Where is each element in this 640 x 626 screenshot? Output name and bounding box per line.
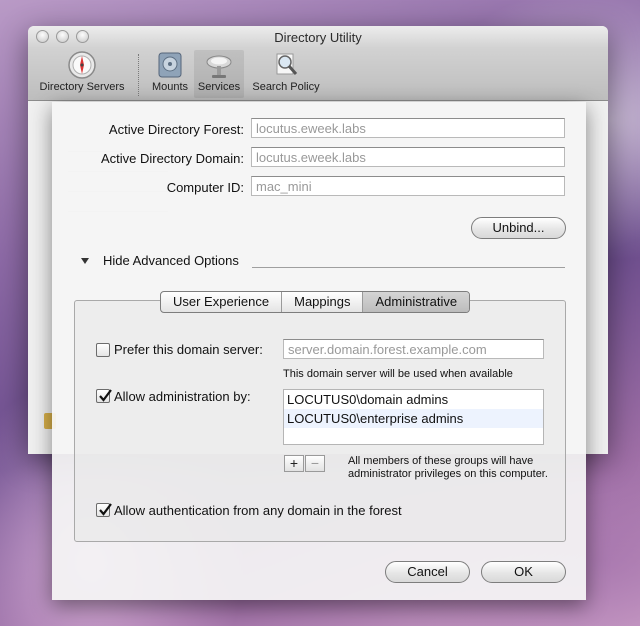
toolbar-search-policy[interactable]: Search Policy	[248, 50, 324, 93]
tab-mappings[interactable]: Mappings	[282, 292, 364, 312]
tab-control: User Experience Mappings Administrative	[160, 291, 471, 313]
compass-icon	[67, 50, 97, 80]
computer-id-field[interactable]: mac_mini	[251, 176, 565, 196]
window-title: Directory Utility	[274, 30, 362, 45]
computer-id-label: Computer ID:	[166, 180, 244, 195]
admin-groups-list[interactable]: LOCUTUS0\domain admins LOCUTUS0\enterpri…	[283, 389, 544, 445]
toolbar-directory-servers[interactable]: Directory Servers	[36, 50, 128, 93]
drive-icon	[155, 50, 185, 80]
allow-authentication-checkbox[interactable]	[96, 503, 112, 517]
satellite-dish-icon	[204, 50, 234, 80]
unbind-button[interactable]: Unbind...	[471, 217, 566, 239]
tab-administrative[interactable]: Administrative	[363, 292, 470, 312]
tab-user-experience[interactable]: User Experience	[161, 292, 283, 312]
forest-field[interactable]: locutus.eweek.labs	[251, 118, 565, 138]
toolbar-services[interactable]: Services	[194, 50, 244, 98]
admin-help-text: All members of these groups will have ad…	[348, 455, 548, 480]
remove-group-button[interactable]: −	[305, 455, 325, 472]
ok-button[interactable]: OK	[481, 561, 566, 583]
hide-advanced-options-label[interactable]: Hide Advanced Options	[103, 253, 239, 268]
prefer-domain-server-label: Prefer this domain server:	[114, 342, 263, 357]
toolbar-label: Services	[197, 81, 241, 93]
prefer-domain-server-checkbox[interactable]	[96, 343, 110, 357]
toolbar: Directory Servers Mounts Services Search…	[28, 48, 608, 101]
advanced-divider	[252, 267, 565, 268]
title-bar: Directory Utility	[28, 26, 608, 48]
toolbar-label: Search Policy	[252, 81, 320, 93]
forest-label: Active Directory Forest:	[108, 122, 244, 137]
prefer-help-text: This domain server will be used when ava…	[283, 368, 513, 380]
list-item[interactable]: LOCUTUS0\domain admins	[284, 390, 543, 409]
domain-label: Active Directory Domain:	[100, 151, 244, 166]
disclosure-triangle-icon[interactable]	[80, 256, 90, 269]
domain-field[interactable]: locutus.eweek.labs	[251, 147, 565, 167]
cancel-button[interactable]: Cancel	[385, 561, 470, 583]
toolbar-mounts[interactable]: Mounts	[146, 50, 194, 93]
allow-administration-checkbox[interactable]	[96, 389, 112, 403]
magnifier-icon	[271, 50, 301, 80]
add-group-button[interactable]: +	[284, 455, 304, 472]
toolbar-label: Mounts	[151, 81, 189, 93]
allow-authentication-label: Allow authentication from any domain in …	[114, 503, 402, 518]
allow-administration-label: Allow administration by:	[114, 389, 251, 404]
checkmark-icon	[99, 503, 112, 516]
domain-server-input[interactable]: server.domain.forest.example.com	[283, 339, 544, 359]
toolbar-separator	[138, 54, 139, 96]
checkmark-icon	[99, 389, 112, 402]
toolbar-label: Directory Servers	[39, 81, 125, 93]
list-item[interactable]: LOCUTUS0\enterprise admins	[284, 409, 543, 428]
